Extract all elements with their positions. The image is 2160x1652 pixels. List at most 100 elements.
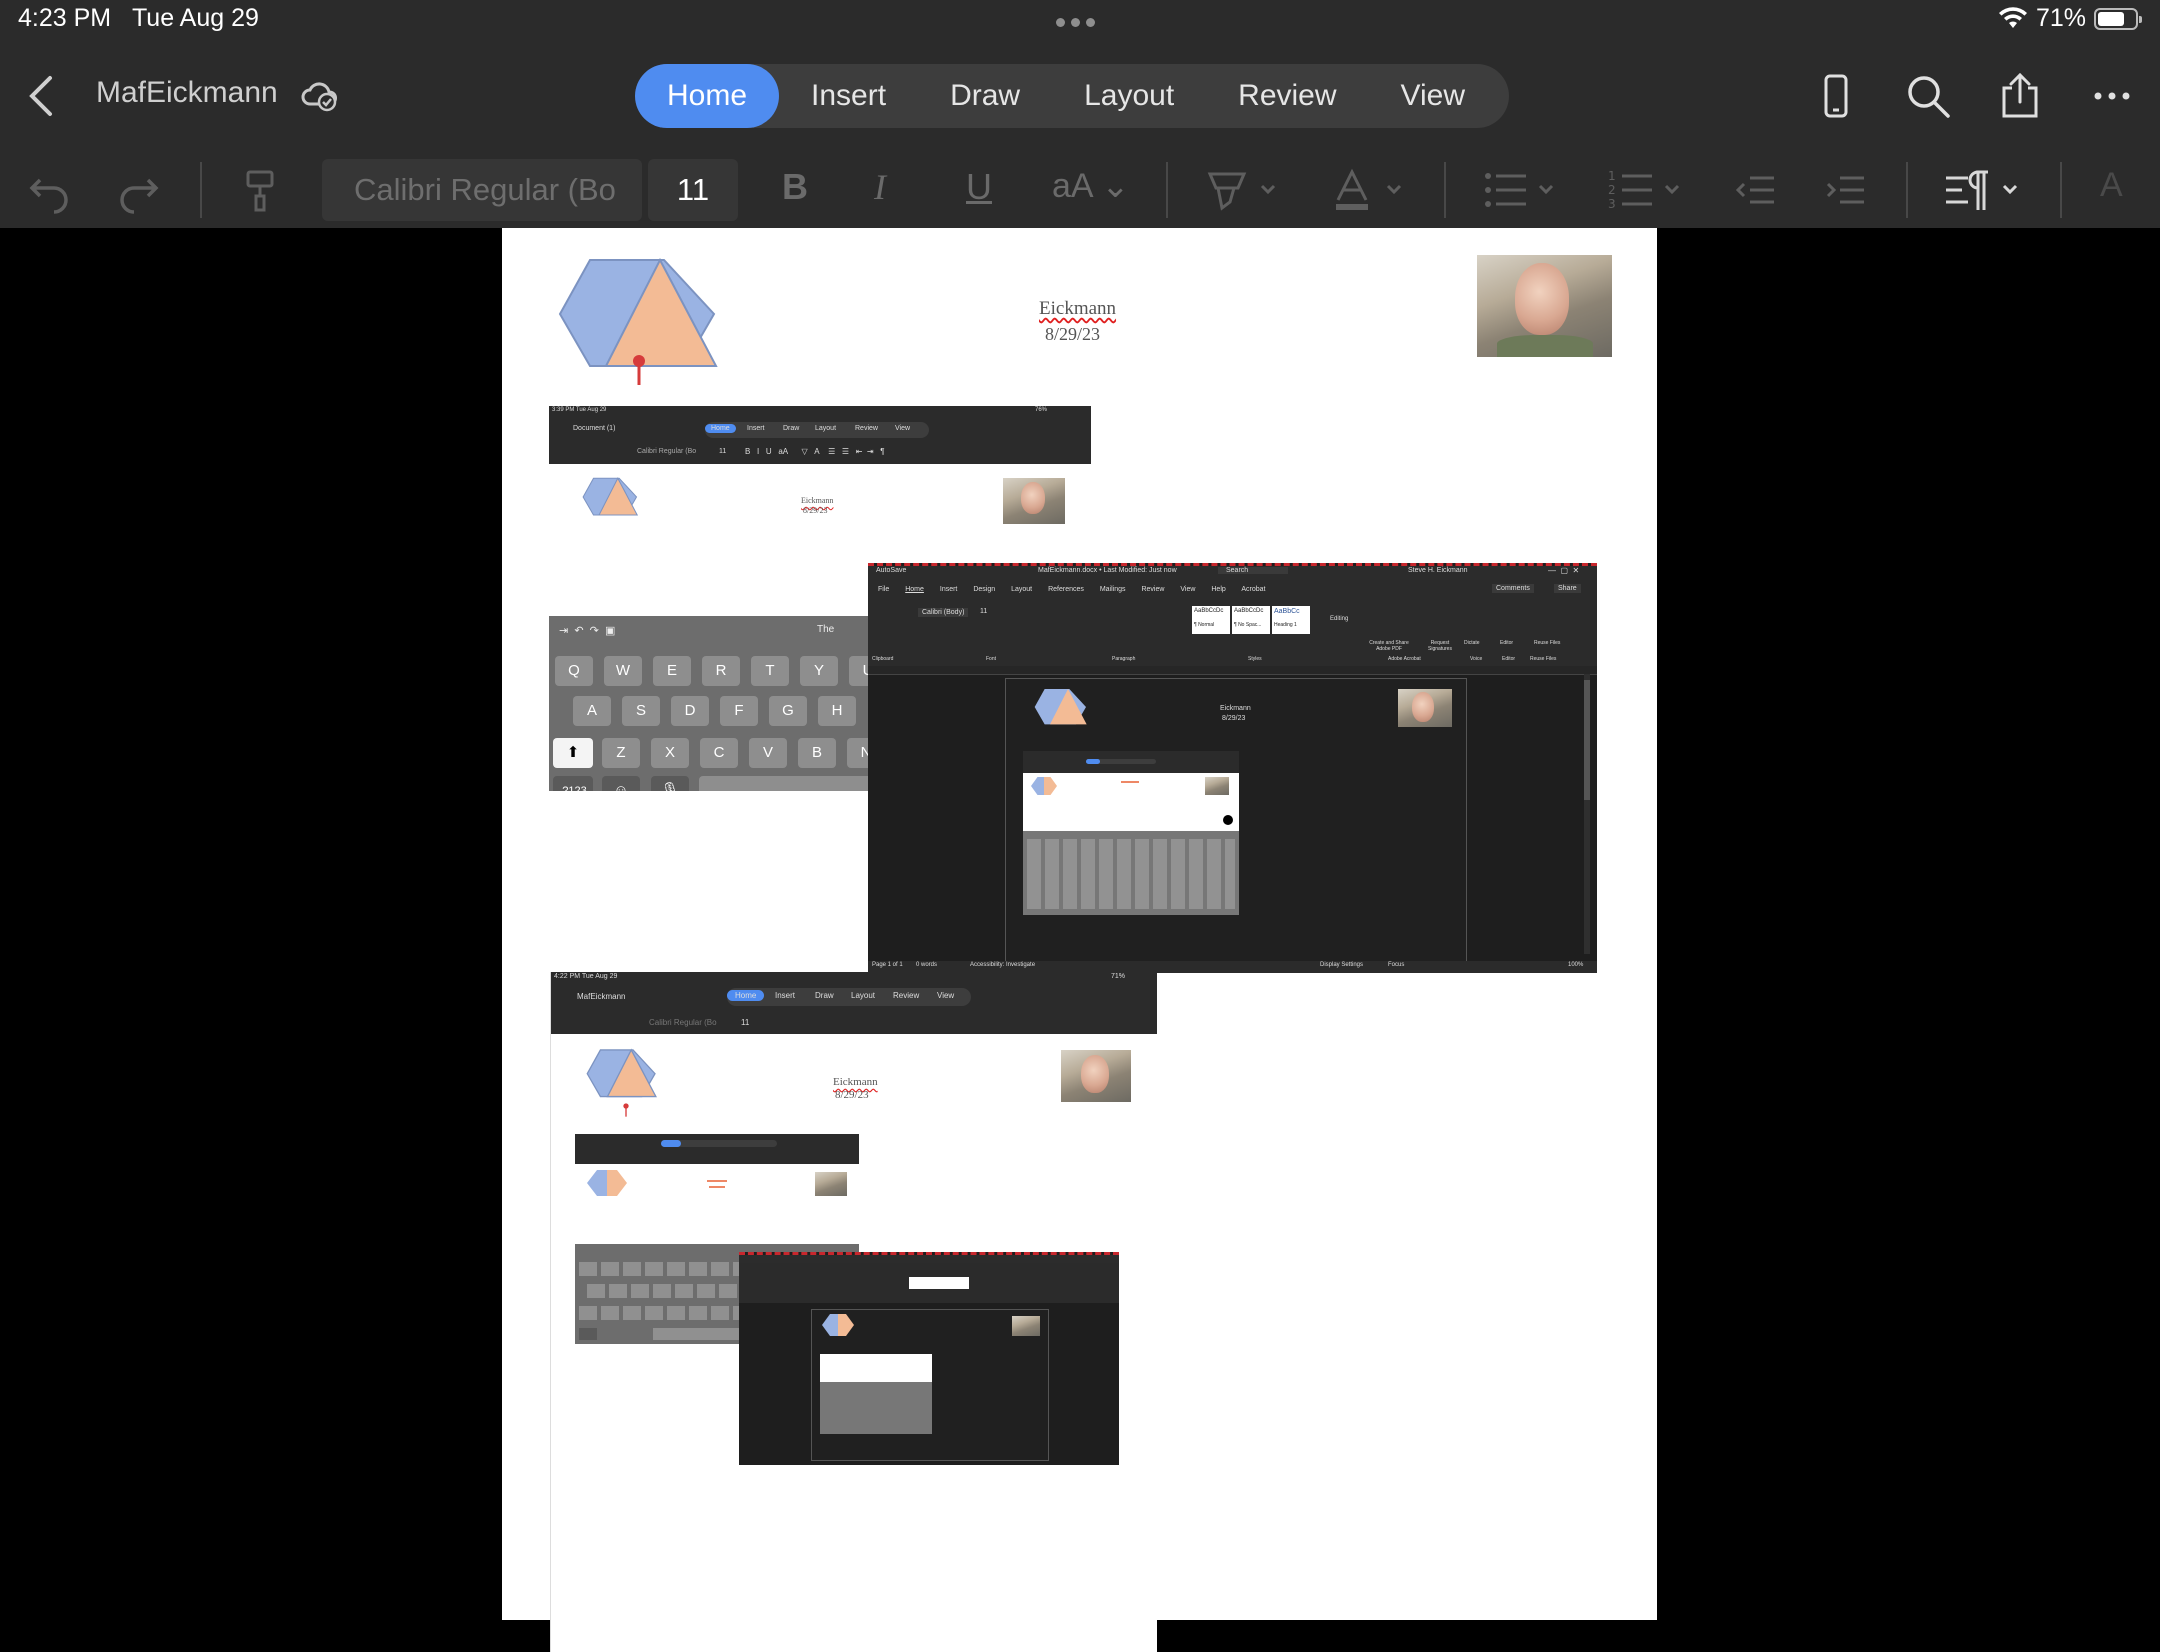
nested-word-size: 11 <box>980 608 988 615</box>
share-icon[interactable] <box>1996 72 2044 120</box>
increase-indent-icon[interactable] <box>1822 166 1870 214</box>
nested2-time: 4:22 PM Tue Aug 29 <box>554 973 618 980</box>
nested-word-name: Eickmann <box>1220 705 1251 712</box>
italic-button[interactable]: I <box>874 166 886 214</box>
nested-key: A <box>573 696 611 726</box>
undo-icon[interactable] <box>26 166 74 214</box>
status-time: 4:23 PM Tue Aug 29 <box>18 4 259 32</box>
location-pin-icon[interactable] <box>630 354 648 386</box>
nested-word-titlebar: AutoSave MafEickmann.docx • Last Modifie… <box>868 566 1597 580</box>
nested-time: 3:39 PM Tue Aug 29 <box>552 407 607 413</box>
nested2-tab: Review <box>893 991 920 1000</box>
nested-mic-key: 🎙 <box>651 776 689 791</box>
svg-text:3: 3 <box>1608 197 1616 211</box>
back-chevron-icon[interactable] <box>22 74 62 118</box>
tab-layout[interactable]: Layout <box>1052 64 1206 128</box>
nested-word-page-count: Page 1 of 1 <box>872 962 903 968</box>
nested2-name: Eickmann <box>833 1076 878 1088</box>
profile-photo[interactable] <box>1477 255 1612 357</box>
underline-button[interactable]: U <box>966 166 992 214</box>
nested2-shape <box>586 1048 657 1098</box>
nested2-font: Calibri Regular (Bo <box>649 1018 717 1027</box>
multitasking-dots-icon[interactable] <box>1056 14 1104 27</box>
svg-text:1: 1 <box>1608 169 1616 183</box>
nested-word-accessibility: Accessibility: Investigate <box>970 962 1036 968</box>
nested2-tab: Home <box>727 990 765 1001</box>
nested-autosave: AutoSave <box>876 567 907 574</box>
document-page[interactable]: Eickmann 8/29/23 3:39 PM Tue Aug 29 76% … <box>502 228 1657 1652</box>
change-case-button[interactable]: aA ⌄ <box>1052 166 1130 214</box>
cloud-saved-icon[interactable] <box>300 78 338 112</box>
nested-number-key: .?123 <box>553 776 593 791</box>
status-bar: 4:23 PM Tue Aug 29 71% <box>0 0 2160 40</box>
nested-ipad-toolbar: 3:39 PM Tue Aug 29 76% Document (1) Home… <box>549 406 1091 464</box>
nested2-tab: View <box>937 991 955 1000</box>
nested-windows-word-screenshot[interactable]: AutoSave MafEickmann.docx • Last Modifie… <box>868 563 1597 973</box>
tab-view[interactable]: View <box>1369 64 1497 128</box>
nested-key: W <box>604 656 642 686</box>
tab-insert[interactable]: Insert <box>779 64 918 128</box>
tab-draw[interactable]: Draw <box>918 64 1052 128</box>
nested-word-title: MafEickmann.docx • Last Modified: Just n… <box>1038 567 1177 574</box>
redo-icon[interactable] <box>114 166 162 214</box>
ribbon-tabs: Home Insert Draw Layout Review View <box>635 64 1509 128</box>
nested-word-focus: Focus <box>1388 962 1405 968</box>
document-date: 8/29/23 <box>1045 324 1101 344</box>
numbered-list-icon[interactable]: 123 <box>1608 166 1688 214</box>
nested-key: B <box>798 738 836 768</box>
nested-font: Calibri Regular (Bo <box>637 448 697 455</box>
nested-key: T <box>751 656 789 686</box>
search-icon[interactable] <box>1904 72 1952 120</box>
mobile-view-icon[interactable] <box>1812 72 1860 120</box>
highlight-icon[interactable] <box>1204 166 1284 214</box>
nested-key: Z <box>602 738 640 768</box>
nested-doc-name: Document (1) <box>573 425 616 432</box>
nested-key: S <box>622 696 660 726</box>
decrease-indent-icon[interactable] <box>1732 166 1780 214</box>
nested-key: Y <box>800 656 838 686</box>
nested-kbd-suggestion: The <box>817 624 835 635</box>
nested-space-key <box>699 776 889 791</box>
nested-word-font: Calibri (Body) <box>918 608 969 617</box>
nested-tab: Insert <box>747 425 765 432</box>
nested-ipad-screenshot-2[interactable]: 4:22 PM Tue Aug 29 71% MafEickmann Home … <box>550 972 1157 1652</box>
tab-review[interactable]: Review <box>1206 64 1368 128</box>
nested-key: Q <box>555 656 593 686</box>
nested-word-page: Eickmann 8/29/23 <box>1005 678 1467 970</box>
font-color-icon[interactable] <box>1330 166 1410 214</box>
nested-comments: Comments <box>1492 584 1534 593</box>
tab-home[interactable]: Home <box>635 64 780 128</box>
nested-battery: 76% <box>1035 407 1048 413</box>
nested-key: R <box>702 656 740 686</box>
nested-ipad2-toolbar: 4:22 PM Tue Aug 29 71% MafEickmann Home … <box>551 972 1157 1034</box>
nested-size: 11 <box>719 448 727 455</box>
nested-word-display: Display Settings <box>1320 962 1364 968</box>
battery-icon <box>2094 7 2142 30</box>
paragraph-marks-icon[interactable] <box>1944 166 2024 214</box>
nested-shift-key: ⬆ <box>553 738 593 768</box>
nested-word-user: Steve H. Eickmann <box>1408 567 1468 574</box>
nested-word-date: 8/29/23 <box>1222 715 1246 722</box>
more-options-icon[interactable] <box>2088 72 2136 120</box>
bold-button[interactable]: B <box>782 166 808 214</box>
app-nav-bar: MafEickmann Home Insert Draw Layout Revi… <box>0 40 2160 152</box>
nested-word-zoom: 100% <box>1568 962 1584 968</box>
nested-tab: View <box>895 425 911 432</box>
nested-name: Eickmann <box>801 496 834 505</box>
font-size-field[interactable]: 11 <box>648 159 738 221</box>
nested-word-search: Search <box>1218 567 1289 574</box>
svg-text:2: 2 <box>1608 183 1616 197</box>
nested2-size: 11 <box>741 1018 750 1027</box>
styles-button[interactable]: A <box>2100 166 2123 214</box>
bullet-list-icon[interactable] <box>1482 166 1562 214</box>
document-name[interactable]: MafEickmann <box>96 76 278 110</box>
nested2-tab: Insert <box>775 991 796 1000</box>
battery-percent: 71% <box>2035 4 2086 32</box>
font-name-field[interactable]: Calibri Regular (Bo <box>322 159 642 221</box>
nested2-photo <box>1061 1050 1131 1102</box>
nested-tab: Home <box>705 424 736 433</box>
author-name: Eickmann <box>1039 298 1117 319</box>
nested-word-words: 0 words <box>916 962 938 968</box>
format-painter-icon[interactable] <box>236 166 284 214</box>
toolbar-divider <box>2060 162 2062 218</box>
